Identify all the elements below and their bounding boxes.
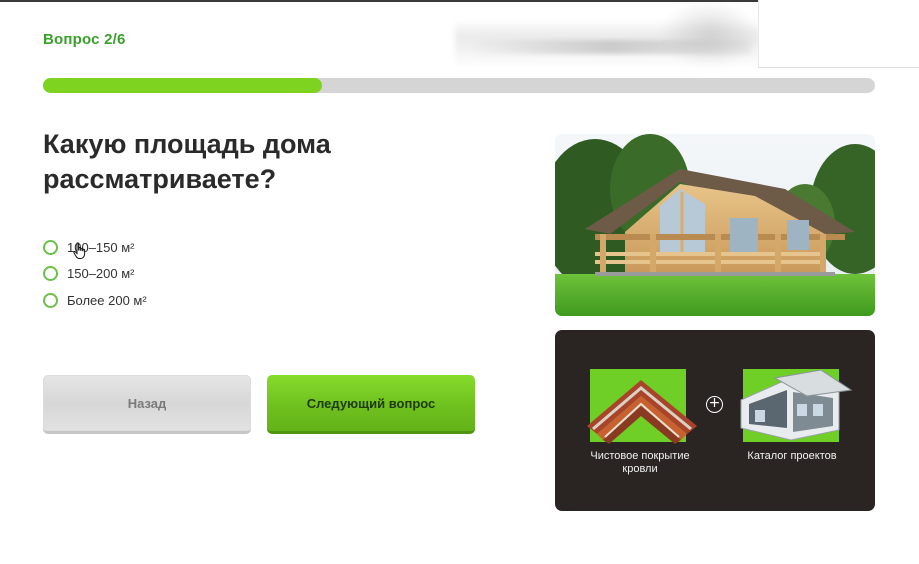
- catalog-bonus-caption: Каталог проектов: [747, 450, 837, 462]
- back-button[interactable]: Назад: [43, 375, 251, 434]
- bonus-card: + Чистовое покрытие кровли Каталог проек…: [555, 330, 875, 511]
- motion-blur-overlay: [660, 0, 760, 68]
- option-label: 150–200 м²: [67, 266, 135, 282]
- log-house-image: [555, 134, 875, 316]
- plus-icon: +: [706, 396, 723, 413]
- roof-bonus-caption: Чистовое покрытие кровли: [590, 450, 690, 475]
- project-catalog-icon: [740, 370, 853, 441]
- radio-button[interactable]: [43, 266, 58, 282]
- option-100-150[interactable]: 100–150 м²: [43, 234, 147, 261]
- progress-bar-fill: [43, 78, 322, 93]
- step-counter: Вопрос 2/6: [43, 31, 126, 48]
- option-200-plus[interactable]: Более 200 м²: [43, 287, 147, 314]
- popup-panel-fragment: [758, 0, 919, 68]
- option-label: Более 200 м²: [67, 292, 147, 308]
- next-question-button[interactable]: Следующий вопрос: [267, 375, 475, 434]
- progress-bar: [43, 78, 875, 93]
- hand-cursor-icon: [73, 242, 86, 259]
- roof-layers-icon: [587, 380, 697, 444]
- radio-button[interactable]: [43, 292, 58, 308]
- house-photo: [555, 134, 875, 316]
- answer-options: 100–150 м² 150–200 м² Более 200 м²: [43, 234, 147, 314]
- question-title: Какую площадь дома рассматриваете?: [43, 129, 331, 194]
- radio-button[interactable]: [43, 239, 58, 255]
- option-150-200[interactable]: 150–200 м²: [43, 261, 147, 288]
